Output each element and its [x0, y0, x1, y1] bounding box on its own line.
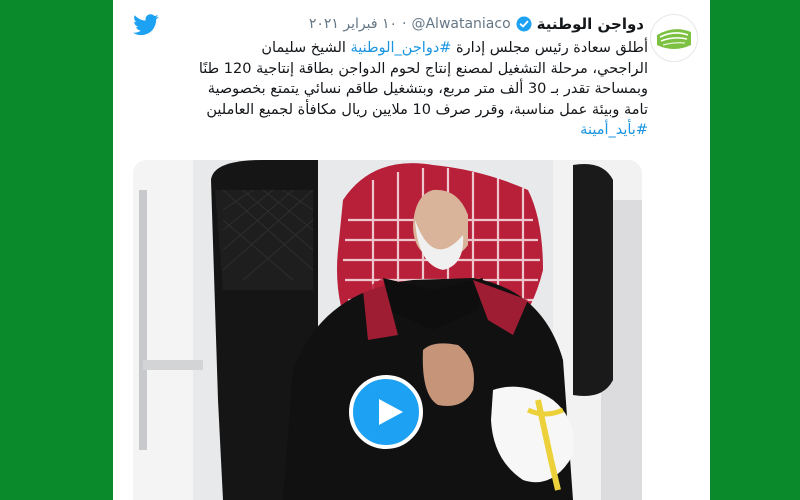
separator-dot: ·	[402, 16, 407, 32]
avatar[interactable]	[650, 14, 698, 62]
tweet-text: أطلق سعادة رئيس مجلس إدارة #دواجن_الوطني…	[148, 38, 648, 141]
user-handle[interactable]: @Alwataniaco	[411, 16, 510, 32]
alwatania-logo	[651, 15, 697, 61]
tweet-card: دواجن الوطنية @Alwataniaco · ١٠ فبراير ٢…	[113, 0, 710, 500]
display-name[interactable]: دواجن الوطنية	[537, 15, 644, 33]
video-thumbnail	[133, 160, 642, 500]
video-preview[interactable]	[133, 160, 642, 500]
twitter-bird-icon[interactable]	[133, 14, 159, 36]
hashtag-link[interactable]: #بأيد_أمينة	[580, 122, 648, 138]
tweet-text-segment: وبمساحة تقدر بـ 30 ألف متر مربع، وبتشغيل…	[207, 81, 648, 97]
tweet-text-line: #بأيد_أمينة	[148, 120, 648, 141]
tweet-header: دواجن الوطنية @Alwataniaco · ١٠ فبراير ٢…	[113, 0, 710, 62]
tweet-text-line: تامة وبيئة عمل مناسبة، وقرر صرف 10 ملايي…	[148, 100, 648, 121]
tweet-text-line: وبمساحة تقدر بـ 30 ألف متر مربع، وبتشغيل…	[148, 79, 648, 100]
tweet-text-line: أطلق سعادة رئيس مجلس إدارة #دواجن_الوطني…	[148, 38, 648, 59]
tweet-text-segment: تامة وبيئة عمل مناسبة، وقرر صرف 10 ملايي…	[206, 101, 648, 118]
tweet-text-segment: الشيخ سليمان	[261, 40, 351, 56]
tweet-text-segment: أطلق سعادة رئيس مجلس إدارة	[451, 40, 648, 56]
play-button[interactable]	[349, 375, 423, 449]
hashtag-link[interactable]: #دواجن_الوطنية	[351, 40, 452, 56]
tweet-text-segment: الراجحي، مرحلة التشغيل لمصنع إنتاج لحوم …	[198, 60, 648, 77]
verified-badge-icon	[516, 16, 532, 32]
play-icon	[379, 399, 403, 425]
tweet-text-line: الراجحي، مرحلة التشغيل لمصنع إنتاج لحوم …	[148, 59, 648, 80]
tweet-meta: دواجن الوطنية @Alwataniaco · ١٠ فبراير ٢…	[309, 12, 644, 36]
tweet-date[interactable]: ١٠ فبراير ٢٠٢١	[309, 16, 397, 32]
